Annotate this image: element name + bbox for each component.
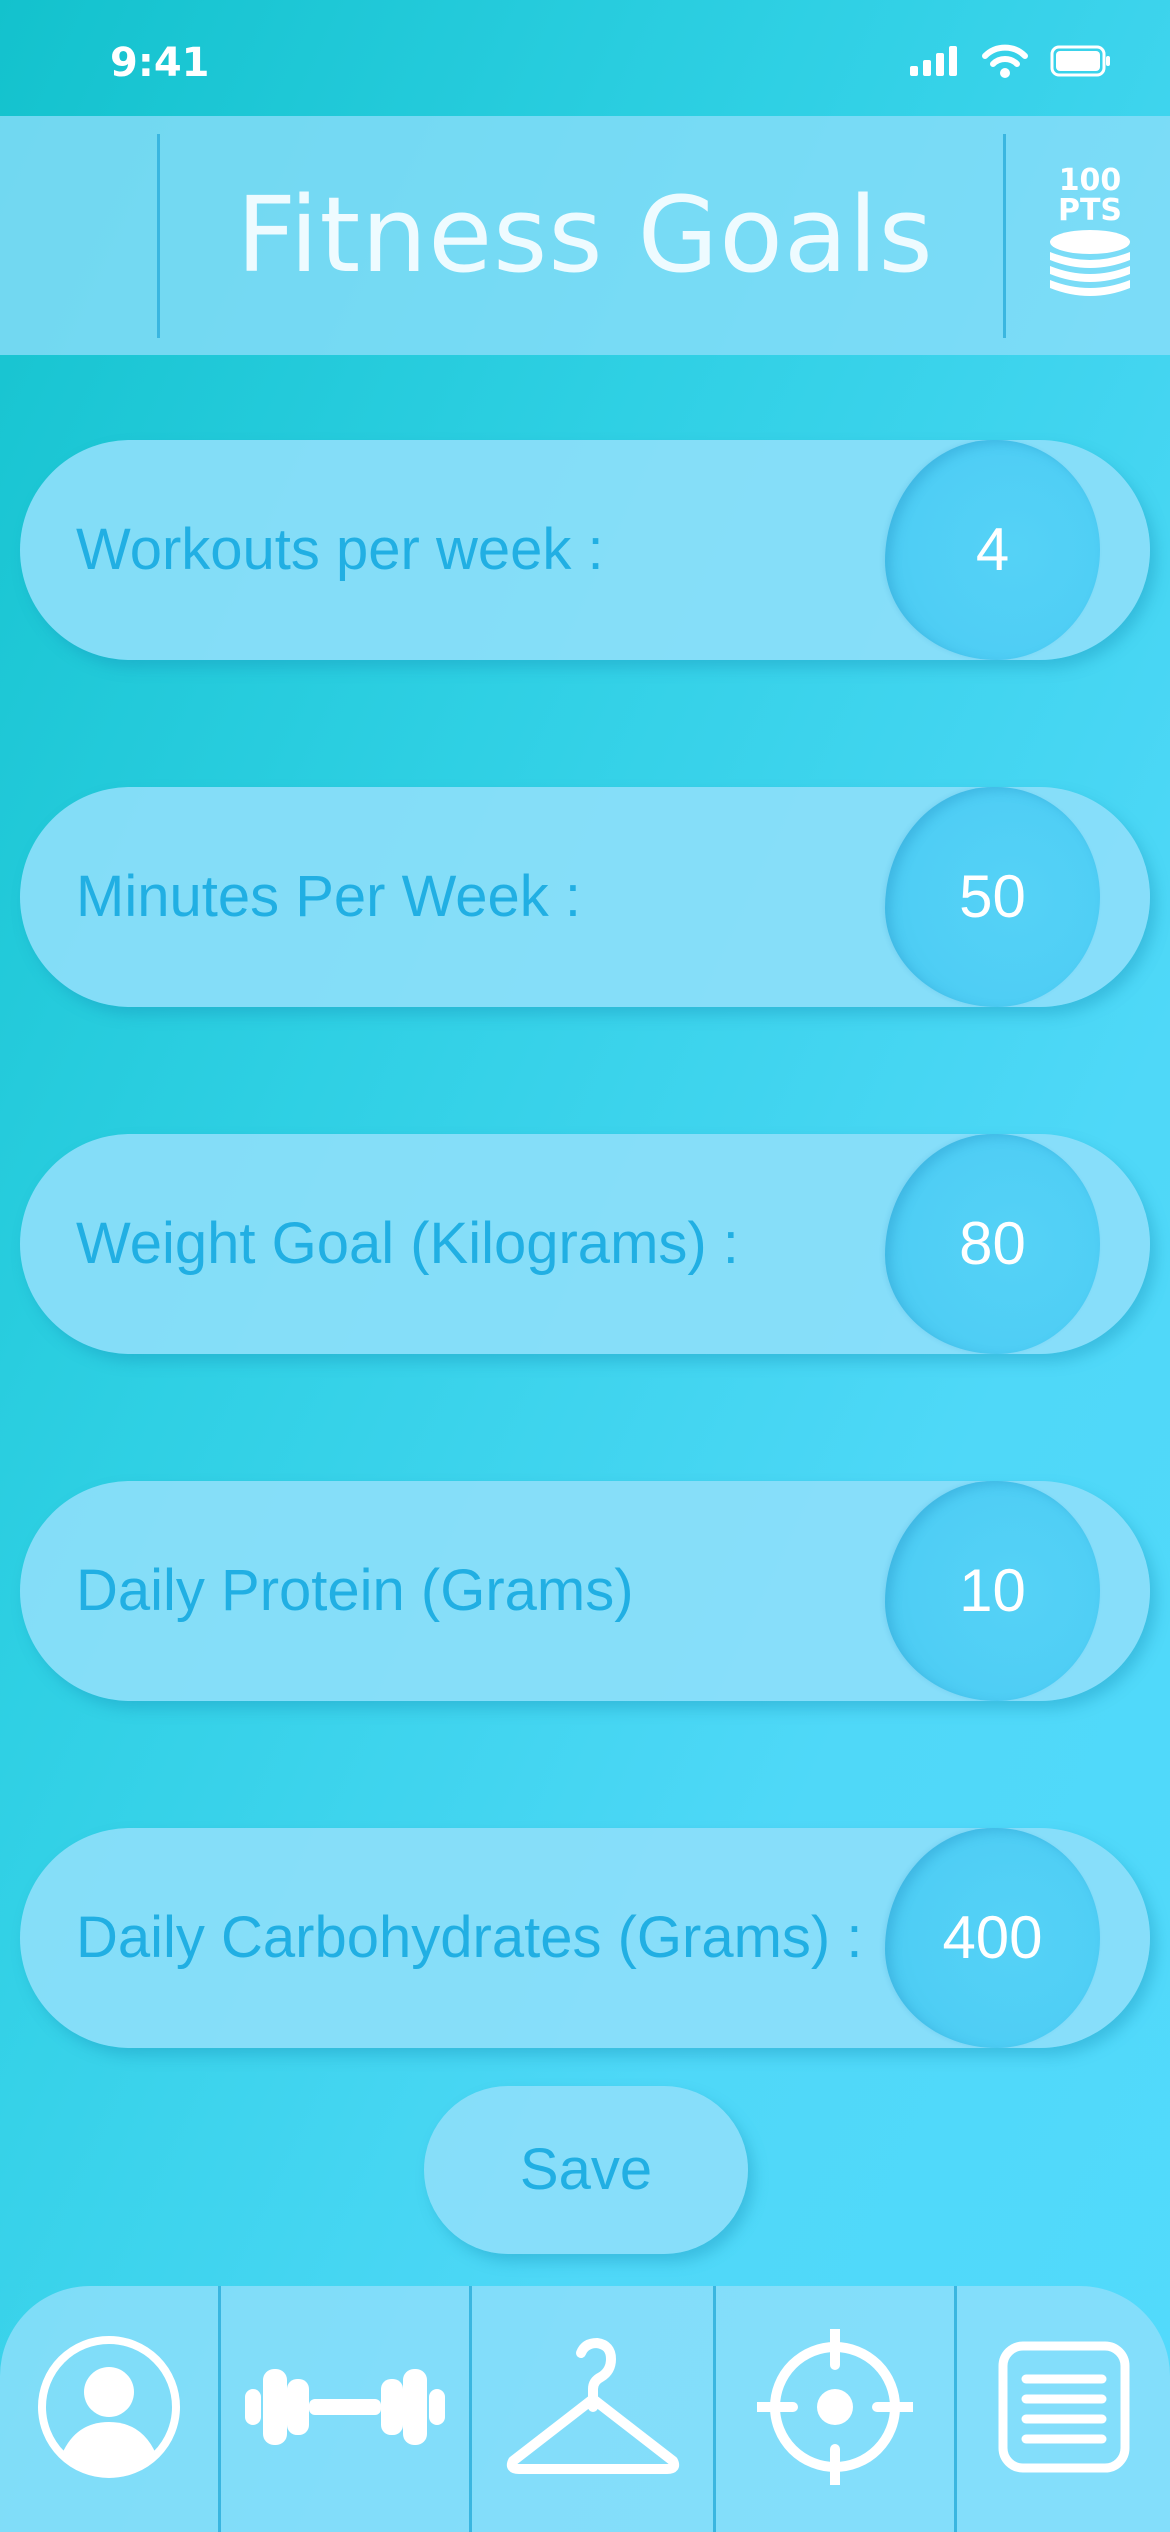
cellular-signal-icon [910,46,960,80]
nav-item-profile[interactable] [0,2286,218,2532]
list-icon [998,2341,1130,2477]
profile-icon [36,2334,182,2484]
coin-stack-icon [1047,230,1133,308]
hanger-icon [505,2337,681,2481]
app-header: Fitness Goals 100 PTS [0,116,1170,355]
status-time: 9:41 [110,40,210,86]
goal-value-blob [885,1134,1100,1354]
workouts-per-week-input[interactable] [885,440,1100,660]
goal-row-workouts: Workouts per week : [20,440,1150,660]
goal-label-weight: Weight Goal (Kilograms) : [76,1211,739,1276]
weight-goal-input[interactable] [885,1134,1100,1354]
nav-item-goals[interactable] [716,2286,954,2532]
save-button[interactable]: Save [424,2086,748,2254]
wifi-icon [982,44,1028,82]
dumbbell-icon [245,2357,445,2461]
nav-item-menu[interactable] [957,2286,1170,2532]
goal-label-workouts: Workouts per week : [76,517,604,582]
goal-value-blob [885,440,1100,660]
nav-item-wardrobe[interactable] [472,2286,713,2532]
goal-row-protein: Daily Protein (Grams) [20,1481,1150,1701]
battery-icon [1050,45,1112,81]
goal-value-blob [885,1481,1100,1701]
header-divider-right [1003,134,1006,338]
goal-row-weight: Weight Goal (Kilograms) : [20,1134,1150,1354]
points-value: 100 [1058,163,1122,198]
page-title: Fitness Goals [236,174,934,296]
daily-carbohydrates-input[interactable] [885,1828,1100,2048]
points-badge[interactable]: 100 PTS [1010,166,1170,326]
status-bar: 9:41 [0,0,1170,116]
goal-row-minutes: Minutes Per Week : [20,787,1150,1007]
target-icon [752,2324,918,2490]
goal-label-carbohydrates: Daily Carbohydrates (Grams) : [76,1905,863,1970]
bottom-nav [0,2286,1170,2532]
points-unit: PTS [1057,193,1123,228]
nav-item-workouts[interactable] [221,2286,469,2532]
goal-value-blob [885,1828,1100,2048]
status-icons [910,44,1112,82]
goal-label-minutes: Minutes Per Week : [76,864,582,929]
goal-value-blob [885,787,1100,1007]
goal-row-carbohydrates: Daily Carbohydrates (Grams) : [20,1828,1150,2048]
goal-label-protein: Daily Protein (Grams) [76,1558,634,1623]
daily-protein-input[interactable] [885,1481,1100,1701]
minutes-per-week-input[interactable] [885,787,1100,1007]
